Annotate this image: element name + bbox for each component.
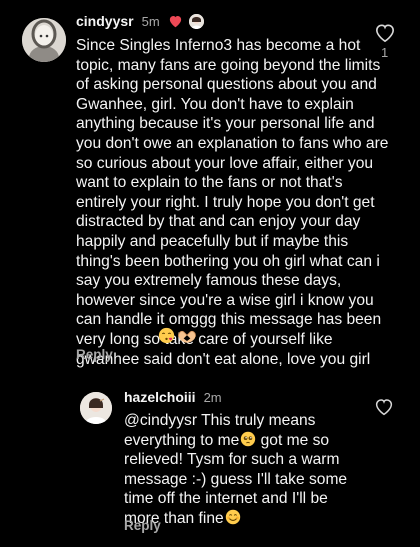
comment-text: Since Singles Inferno3 has become a hot … bbox=[76, 37, 389, 368]
comment-meta: cindyysr 5m bbox=[76, 13, 204, 29]
pleading-face-emoji-icon bbox=[240, 431, 256, 447]
username[interactable]: hazelchoiii bbox=[124, 389, 196, 405]
comment-cindyysr: cindyysr 5m Since Singles Inferno3 has b… bbox=[0, 0, 420, 370]
creator-avatar bbox=[188, 13, 204, 29]
reply-button[interactable]: Reply bbox=[124, 518, 161, 533]
blowing-kiss-emoji-icon bbox=[158, 327, 175, 344]
red-heart-icon bbox=[168, 14, 183, 28]
like-heart-icon[interactable] bbox=[374, 23, 396, 43]
like-count: 1 bbox=[381, 45, 389, 60]
heart-hands-emoji-icon bbox=[177, 328, 197, 344]
comment-hazelchoiii: hazelchoiii 2m @cindyysr This truly mean… bbox=[0, 380, 420, 547]
comment-meta: hazelchoiii 2m bbox=[124, 389, 222, 405]
like-heart-icon[interactable] bbox=[374, 398, 394, 416]
reply-button[interactable]: Reply bbox=[76, 347, 113, 362]
avatar[interactable] bbox=[22, 18, 66, 62]
avatar[interactable] bbox=[80, 392, 112, 424]
timestamp: 5m bbox=[141, 13, 160, 29]
timestamp: 2m bbox=[203, 389, 222, 405]
username[interactable]: cindyysr bbox=[76, 13, 134, 29]
smiling-face-emoji-icon bbox=[225, 509, 241, 525]
comment-text: @cindyysr This truly means everything to… bbox=[124, 411, 359, 529]
